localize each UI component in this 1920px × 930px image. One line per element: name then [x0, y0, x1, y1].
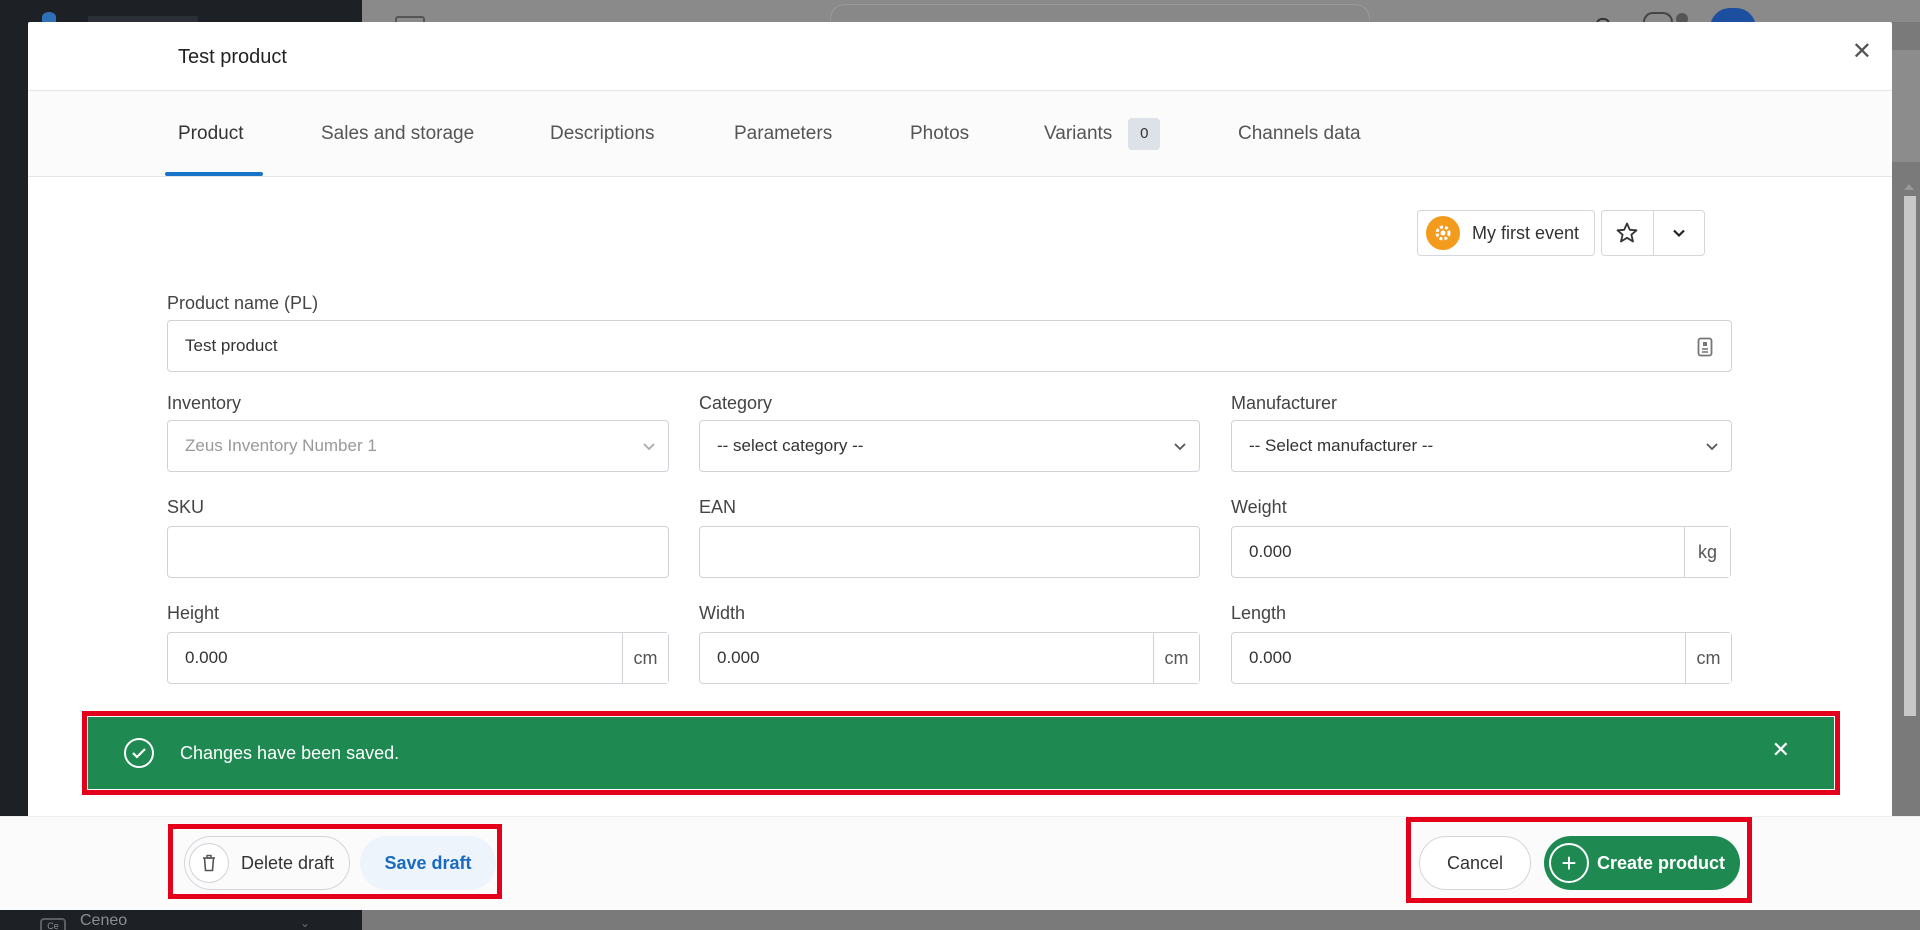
active-tab-indicator	[165, 172, 263, 176]
tab-channels-data[interactable]: Channels data	[1238, 91, 1361, 177]
width-unit: cm	[1153, 633, 1199, 683]
weight-value: 0.000	[1249, 542, 1292, 561]
tab-label: Parameters	[734, 123, 833, 144]
category-value: -- select category --	[717, 436, 864, 455]
trash-icon	[189, 843, 229, 883]
document-icon[interactable]	[1697, 337, 1713, 362]
tab-label: Channels data	[1238, 123, 1361, 144]
modal-title: Test product	[178, 46, 287, 68]
star-icon[interactable]	[1602, 211, 1653, 255]
length-label: Length	[1231, 603, 1287, 623]
background-logo-icon	[42, 12, 56, 22]
cancel-label: Cancel	[1446, 852, 1504, 873]
weight-label: Weight	[1231, 497, 1287, 517]
background-notification-icon	[1643, 12, 1673, 22]
plus-icon: +	[1549, 843, 1589, 883]
event-button[interactable]: My first event	[1417, 210, 1595, 256]
tab-label: Photos	[910, 123, 970, 144]
tab-label: Sales and storage	[321, 123, 475, 144]
gear-icon	[1426, 216, 1460, 250]
ean-label: EAN	[699, 497, 737, 517]
tab-variants[interactable]: Variants 0	[1044, 91, 1161, 177]
chevron-down-icon: ⌄	[300, 916, 311, 930]
tab-label: Descriptions	[550, 123, 655, 144]
width-label: Width	[699, 603, 746, 623]
ceneo-label: Ceneo	[80, 912, 128, 929]
tab-product[interactable]: Product	[178, 91, 243, 177]
favorite-group	[1601, 210, 1705, 256]
background-panel	[1892, 50, 1920, 162]
cancel-button[interactable]: Cancel	[1419, 836, 1531, 890]
product-name-label: Product name (PL)	[167, 293, 319, 313]
height-unit: cm	[622, 633, 668, 683]
weight-unit: kg	[1684, 527, 1730, 577]
width-value: 0.000	[717, 648, 760, 667]
category-select[interactable]: -- select category --	[699, 420, 1200, 472]
chevron-down-icon	[1706, 443, 1718, 451]
modal-header: Test product ✕	[28, 22, 1892, 91]
create-product-label: Create product	[1597, 852, 1726, 873]
manufacturer-select[interactable]: -- Select manufacturer --	[1231, 420, 1732, 472]
save-draft-button[interactable]: Save draft	[360, 836, 496, 890]
inventory-value: Zeus Inventory Number 1	[185, 436, 377, 455]
category-label: Category	[699, 393, 773, 413]
delete-draft-label: Delete draft	[241, 852, 335, 873]
chevron-down-icon	[643, 443, 655, 451]
create-product-button[interactable]: + Create product	[1544, 836, 1740, 890]
scrollbar-thumb[interactable]	[1904, 196, 1916, 716]
manufacturer-value: -- Select manufacturer --	[1249, 436, 1434, 455]
ceneo-badge: Ce	[40, 918, 66, 930]
inventory-label: Inventory	[167, 393, 242, 413]
length-unit: cm	[1685, 633, 1731, 683]
inventory-select[interactable]: Zeus Inventory Number 1	[167, 420, 669, 472]
tab-bar: Product Sales and storage Descriptions P…	[28, 91, 1892, 177]
length-input[interactable]: 0.000 cm	[1231, 632, 1732, 684]
tab-label: Variants	[1044, 123, 1113, 144]
scroll-up-icon[interactable]	[1904, 184, 1914, 190]
toast-close-icon[interactable]: ✕	[1772, 739, 1790, 761]
tab-label: Product	[178, 123, 244, 144]
close-icon[interactable]: ✕	[1852, 40, 1872, 64]
height-input[interactable]: 0.000 cm	[167, 632, 669, 684]
width-input[interactable]: 0.000 cm	[699, 632, 1200, 684]
length-value: 0.000	[1249, 648, 1292, 667]
delete-draft-button[interactable]: Delete draft	[184, 836, 350, 890]
chevron-down-icon	[1174, 443, 1186, 451]
product-name-value: Test product	[185, 336, 278, 355]
ean-input[interactable]	[699, 526, 1200, 578]
sku-input[interactable]	[167, 526, 669, 578]
tab-photos[interactable]: Photos	[910, 91, 969, 177]
manufacturer-label: Manufacturer	[1231, 393, 1338, 413]
height-label: Height	[167, 603, 220, 623]
product-name-input[interactable]: Test product	[167, 320, 1732, 372]
weight-input[interactable]: 0.000 kg	[1231, 526, 1731, 578]
event-label: My first event	[1472, 222, 1580, 243]
save-draft-label: Save draft	[384, 852, 472, 873]
tab-sales-and-storage[interactable]: Sales and storage	[321, 91, 474, 177]
tab-descriptions[interactable]: Descriptions	[550, 91, 655, 177]
variants-count-badge: 0	[1128, 118, 1161, 150]
check-circle-icon	[124, 738, 154, 768]
chevron-down-icon[interactable]	[1652, 211, 1705, 255]
height-value: 0.000	[185, 648, 228, 667]
tab-parameters[interactable]: Parameters	[734, 91, 832, 177]
sku-label: SKU	[167, 497, 205, 517]
background-sidebar-item-ceneo: Ce Ceneo ⌄	[40, 912, 310, 930]
success-toast: Changes have been saved. ✕	[88, 717, 1834, 789]
toast-message: Changes have been saved.	[180, 742, 400, 763]
